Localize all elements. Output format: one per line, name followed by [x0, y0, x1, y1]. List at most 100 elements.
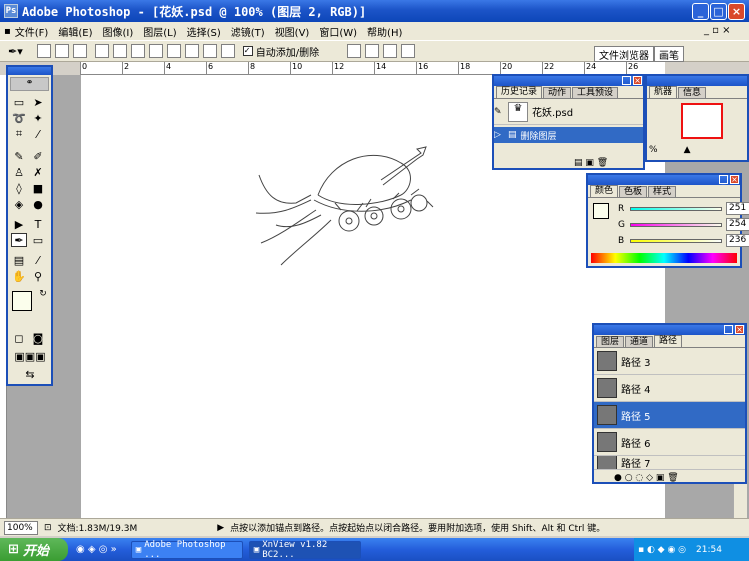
snapshot-name[interactable]: 花妖.psd — [532, 104, 573, 119]
doc-window-controls[interactable]: _ ▫ × — [704, 25, 731, 36]
rounded-rect-icon[interactable] — [148, 44, 163, 58]
slice-icon[interactable]: ⁄ — [30, 127, 46, 141]
snapshot-brush-icon[interactable]: ✎ — [494, 107, 508, 117]
rectangle-icon[interactable] — [130, 44, 145, 58]
palette-close-icon[interactable]: × — [730, 175, 739, 184]
menu-select[interactable]: 选择(S) — [187, 24, 221, 39]
blur-icon[interactable]: ◈ — [11, 197, 27, 211]
menu-layer[interactable]: 图层(L) — [143, 24, 176, 39]
dodge-icon[interactable]: ● — [30, 197, 46, 211]
path-item[interactable]: 路径 3 — [594, 348, 745, 375]
healing-brush-icon[interactable]: ✎ — [11, 149, 27, 163]
hand-icon[interactable]: ✋ — [11, 269, 27, 283]
tab-styles[interactable]: 样式 — [648, 186, 677, 197]
tab-layers[interactable]: 图层 — [596, 336, 625, 347]
custom-shape-icon[interactable] — [220, 44, 235, 58]
combine-exclude-icon[interactable] — [401, 44, 416, 58]
tab-color[interactable]: 颜色 — [590, 185, 619, 197]
pen-tool-preset-icon[interactable]: ✒▾ — [8, 45, 23, 58]
freeform-pen-icon[interactable] — [112, 44, 127, 58]
standard-mode-icon[interactable]: ◻ — [11, 331, 27, 345]
tab-info[interactable]: 信息 — [678, 87, 707, 98]
r-slider[interactable] — [630, 206, 722, 211]
eyedropper-icon[interactable]: ⁄ — [30, 253, 46, 267]
marquee-icon[interactable]: ▭ — [11, 95, 27, 109]
tab-paths[interactable]: 路径 — [654, 335, 683, 347]
screen-mode-icons[interactable]: ▣▣▣ — [11, 349, 49, 363]
snapshot-thumbnail[interactable]: ♛ — [508, 101, 528, 122]
b-slider[interactable] — [630, 238, 722, 243]
palette-close-icon[interactable]: × — [633, 76, 642, 85]
brush-icon[interactable]: ✐ — [30, 149, 46, 163]
navigator-preview[interactable] — [681, 103, 723, 139]
auto-add-delete-checkbox[interactable]: ✓ — [242, 46, 253, 56]
crop-icon[interactable]: ⌗ — [11, 127, 27, 141]
g-value[interactable]: 254 — [726, 218, 749, 231]
foreground-color-swatch[interactable] — [12, 291, 32, 311]
zoom-field[interactable]: 100% — [4, 520, 38, 535]
tab-history[interactable]: 历史记录 — [496, 86, 543, 98]
history-step[interactable]: 删除图层 — [521, 129, 557, 142]
menu-image[interactable]: 图像(I) — [102, 24, 133, 39]
menu-help[interactable]: 帮助(H) — [367, 24, 402, 39]
paths-palette-buttons[interactable]: ● ○ ◌ ◇ ▣ 🗑 — [614, 473, 679, 483]
magic-wand-icon[interactable]: ✦ — [30, 111, 46, 125]
jump-to-imageready-icon[interactable]: ⇆ — [11, 367, 49, 381]
menu-view[interactable]: 视图(V) — [275, 24, 310, 39]
eraser-icon[interactable]: ◊ — [11, 181, 27, 195]
polygon-icon[interactable] — [184, 44, 199, 58]
swap-colors-icon[interactable]: ↻ — [35, 287, 51, 301]
path-item-selected[interactable]: 路径 5 — [594, 402, 745, 429]
pen-tool-icon[interactable]: ✒ — [11, 233, 27, 247]
tab-swatches[interactable]: 色板 — [619, 186, 648, 197]
combine-subtract-icon[interactable] — [365, 44, 380, 58]
path-item[interactable]: 路径 4 — [594, 375, 745, 402]
r-value[interactable]: 251 — [726, 202, 749, 215]
palette-minimize-icon[interactable]: _ — [719, 175, 728, 184]
combine-add-icon[interactable] — [347, 44, 362, 58]
path-item[interactable]: 路径 7 — [594, 456, 745, 470]
history-state-marker-icon[interactable]: ▷ — [494, 130, 508, 140]
tray-icons[interactable]: ▪ ◐ ◆ ◉ ◎ — [638, 545, 686, 555]
menu-file[interactable]: 文件(F) — [15, 24, 49, 39]
zoom-icon[interactable]: ⚲ — [30, 269, 46, 283]
adobe-logo-icon[interactable]: ⚭ — [10, 77, 49, 91]
tab-navigator[interactable]: 航器 — [649, 86, 678, 98]
clone-stamp-icon[interactable]: ♙ — [11, 165, 27, 179]
maximize-button[interactable]: □ — [710, 3, 727, 20]
taskbar-photoshop[interactable]: ▣ Adobe Photoshop ... — [130, 540, 243, 560]
palette-close-icon[interactable]: × — [735, 325, 744, 334]
doc-menu-icon[interactable]: ▪ — [4, 26, 11, 37]
shape-layers-icon[interactable] — [36, 44, 51, 58]
play-arrow-icon[interactable]: ▶ — [217, 523, 224, 533]
menu-edit[interactable]: 编辑(E) — [58, 24, 92, 39]
zoom-out-icon[interactable]: ▲ — [684, 145, 691, 155]
type-icon[interactable]: T — [30, 217, 46, 231]
doc-info-icon[interactable]: ⊡ — [44, 523, 52, 533]
lasso-icon[interactable]: ➰ — [11, 111, 27, 125]
navigator-zoom[interactable]: % — [649, 145, 658, 155]
brushes-tab[interactable]: 画笔 — [654, 46, 684, 62]
menu-window[interactable]: 窗口(W) — [319, 24, 357, 39]
history-palette-buttons[interactable]: ▤ ▣ 🗑 — [574, 158, 608, 168]
shape-tool-icon[interactable]: ▭ — [30, 233, 46, 247]
palette-minimize-icon[interactable]: _ — [622, 76, 631, 85]
quick-launch-icons[interactable]: ◉ ◈ ◎ » — [76, 544, 117, 555]
quick-mask-icon[interactable]: ◙ — [30, 331, 46, 345]
gradient-icon[interactable]: ■ — [30, 181, 46, 195]
menu-filter[interactable]: 滤镜(T) — [231, 24, 265, 39]
palette-minimize-icon[interactable]: _ — [724, 325, 733, 334]
notes-icon[interactable]: ▤ — [11, 253, 27, 267]
tab-channels[interactable]: 通道 — [625, 336, 654, 347]
fg-color-swatch[interactable] — [593, 203, 609, 219]
pen-icon[interactable] — [94, 44, 109, 58]
b-value[interactable]: 236 — [726, 234, 749, 247]
path-item[interactable]: 路径 6 — [594, 429, 745, 456]
color-spectrum-bar[interactable] — [591, 253, 737, 263]
path-selection-icon[interactable]: ▶ — [11, 217, 27, 231]
file-browser-tab[interactable]: 文件浏览器 — [594, 46, 654, 62]
fill-pixels-icon[interactable] — [72, 44, 87, 58]
move-icon[interactable]: ➤ — [30, 95, 46, 109]
combine-intersect-icon[interactable] — [383, 44, 398, 58]
line-icon[interactable] — [202, 44, 217, 58]
